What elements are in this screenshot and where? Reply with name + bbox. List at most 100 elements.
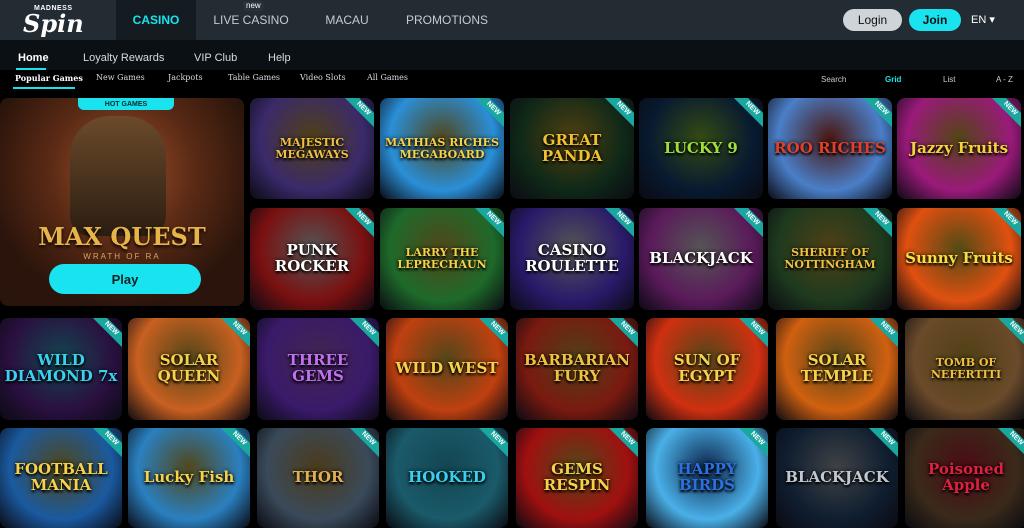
game-tile[interactable]: GEMS RESPIN NEW: [516, 428, 638, 528]
game-tile[interactable]: SHERIFF OF NOTTINGHAM NEW: [768, 208, 892, 310]
logo-main-text: Spin: [23, 9, 84, 38]
game-title: Jazzy Fruits: [909, 138, 1009, 157]
game-title: WILD WEST: [395, 359, 499, 378]
game-tile[interactable]: BLACKJACK NEW: [776, 428, 898, 528]
game-tile[interactable]: GREAT PANDA NEW: [510, 98, 634, 199]
game-title: Poisoned Apple: [928, 460, 1004, 494]
game-title: HAPPY BIRDS: [677, 460, 737, 494]
new-ribbon: NEW: [994, 318, 1024, 351]
new-ribbon: NEW: [217, 318, 250, 351]
nav-casino[interactable]: CASINO: [116, 0, 196, 40]
subnav-loyalty[interactable]: Loyalty Rewards: [83, 52, 164, 64]
hero-character-art: [70, 116, 166, 236]
nav-macau[interactable]: MACAU: [306, 0, 388, 40]
game-title: SOLAR TEMPLE: [800, 351, 874, 385]
new-ribbon: NEW: [475, 318, 508, 351]
hot-game-hero[interactable]: HOT GAMES MAX QUEST WRATH OF RA Play: [0, 98, 244, 306]
game-tile[interactable]: WILD WEST NEW: [386, 318, 508, 420]
nav-promotions[interactable]: PROMOTIONS: [388, 0, 506, 40]
game-tile[interactable]: Poisoned Apple NEW: [905, 428, 1024, 528]
new-ribbon: NEW: [735, 318, 768, 351]
game-title: FOOTBALL MANIA: [14, 460, 108, 494]
new-ribbon: NEW: [601, 98, 634, 131]
filter-jackpots[interactable]: Jackpots: [168, 73, 203, 82]
new-ribbon: NEW: [217, 428, 250, 461]
game-title: BLACKJACK: [785, 468, 889, 487]
new-ribbon: NEW: [994, 428, 1024, 461]
game-tile[interactable]: FOOTBALL MANIA NEW: [0, 428, 122, 528]
list-view-toggle[interactable]: List: [943, 75, 955, 84]
game-tile[interactable]: SOLAR QUEEN NEW: [128, 318, 250, 420]
hero-title: MAX QUEST: [38, 222, 206, 251]
filter-new[interactable]: New Games: [96, 73, 145, 82]
filter-video-slots[interactable]: Video Slots: [300, 73, 346, 82]
hero-subtitle: WRATH OF RA: [83, 252, 161, 261]
game-title: GREAT PANDA: [541, 130, 603, 165]
game-tile[interactable]: BLACKJACK NEW: [639, 208, 763, 310]
new-ribbon: NEW: [471, 208, 504, 241]
game-title: LUCKY 9: [664, 138, 738, 157]
game-title: THREE GEMS: [287, 351, 349, 385]
play-button[interactable]: Play: [49, 264, 201, 294]
login-button[interactable]: Login: [843, 9, 902, 31]
game-title: LARRY THE LEPRECHAUN: [397, 246, 487, 271]
game-tile[interactable]: CASINO ROULETTE NEW: [510, 208, 634, 310]
game-title: Lucky Fish: [143, 468, 235, 487]
new-ribbon: NEW: [346, 428, 379, 461]
join-button[interactable]: Join: [909, 9, 961, 31]
game-tile[interactable]: LUCKY 9 NEW: [639, 98, 763, 199]
new-ribbon: NEW: [988, 98, 1021, 131]
game-title: SUN OF EGYPT: [673, 351, 741, 385]
game-title: Sunny Fruits: [905, 249, 1013, 268]
game-tile[interactable]: Sunny Fruits NEW: [897, 208, 1021, 310]
filter-all[interactable]: All Games: [367, 73, 408, 82]
game-tile[interactable]: ROO RICHES NEW: [768, 98, 892, 199]
game-tile[interactable]: WILD DIAMOND 7x NEW: [0, 318, 122, 420]
new-ribbon: NEW: [735, 428, 768, 461]
sub-nav: Home Loyalty Rewards VIP Club Help: [0, 40, 1024, 74]
game-title: GEMS RESPIN: [543, 460, 611, 494]
language-selector[interactable]: EN ▾: [971, 13, 995, 26]
game-tile[interactable]: LARRY THE LEPRECHAUN NEW: [380, 208, 504, 310]
game-tile[interactable]: Jazzy Fruits NEW: [897, 98, 1021, 199]
new-ribbon: NEW: [730, 208, 763, 241]
subnav-vip[interactable]: VIP Club: [194, 52, 237, 64]
game-tile[interactable]: SUN OF EGYPT NEW: [646, 318, 768, 420]
logo[interactable]: MADNESS Spin: [20, 3, 86, 38]
filter-popular[interactable]: Popular Games: [15, 73, 83, 83]
game-tile[interactable]: THOR NEW: [257, 428, 379, 528]
filter-table[interactable]: Table Games: [228, 73, 280, 82]
filter-bar: Popular Games New Games Jackpots Table G…: [0, 70, 1024, 92]
game-tile[interactable]: PUNK ROCKER NEW: [250, 208, 374, 310]
new-ribbon: NEW: [601, 208, 634, 241]
new-ribbon: NEW: [475, 428, 508, 461]
game-tile[interactable]: MAJESTIC MEGAWAYS NEW: [250, 98, 374, 199]
game-tile[interactable]: TOMB OF NEFERTITI NEW: [905, 318, 1024, 420]
game-tile[interactable]: THREE GEMS NEW: [257, 318, 379, 420]
new-ribbon: NEW: [89, 318, 122, 351]
new-ribbon: NEW: [865, 428, 898, 461]
game-title: CASINO ROULETTE: [525, 241, 619, 275]
new-ribbon: NEW: [859, 208, 892, 241]
new-ribbon: NEW: [471, 98, 504, 131]
game-title: SHERIFF OF NOTTINGHAM: [784, 246, 876, 271]
subnav-home[interactable]: Home: [18, 52, 49, 64]
game-title: MAJESTIC MEGAWAYS: [275, 135, 349, 161]
game-tile[interactable]: SOLAR TEMPLE NEW: [776, 318, 898, 420]
game-title: PUNK ROCKER: [274, 241, 350, 275]
grid-view-toggle[interactable]: Grid: [885, 75, 901, 84]
game-title: SOLAR QUEEN: [157, 351, 221, 385]
search-link[interactable]: Search: [821, 75, 846, 84]
game-tile[interactable]: HOOKED NEW: [386, 428, 508, 528]
hot-games-badge: HOT GAMES: [78, 98, 174, 110]
game-title: ROO RICHES: [774, 138, 886, 157]
nav-live-casino[interactable]: new LIVE CASINO: [196, 0, 306, 40]
game-tile[interactable]: Lucky Fish NEW: [128, 428, 250, 528]
game-tile[interactable]: HAPPY BIRDS NEW: [646, 428, 768, 528]
game-tile[interactable]: BARBARIAN FURY NEW: [516, 318, 638, 420]
game-title: WILD DIAMOND 7x: [4, 351, 118, 385]
sort-az-toggle[interactable]: A - Z: [996, 75, 1013, 84]
new-ribbon: NEW: [341, 98, 374, 131]
subnav-help[interactable]: Help: [268, 52, 291, 64]
game-tile[interactable]: MATHIAS RICHES MEGABOARD NEW: [380, 98, 504, 199]
